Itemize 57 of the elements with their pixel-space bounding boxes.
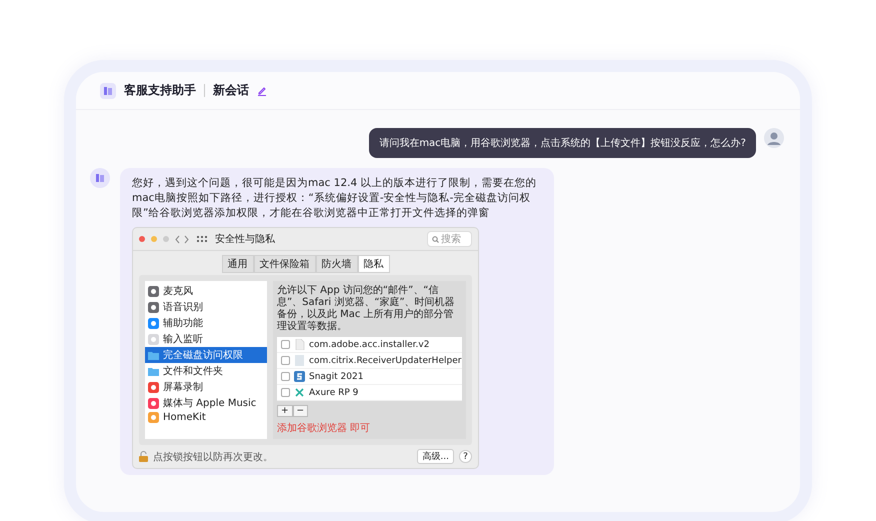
tab[interactable]: 防火墙: [316, 255, 358, 273]
document-icon: [294, 355, 305, 366]
sidebar-item[interactable]: 辅助功能: [145, 315, 267, 331]
session-title: 新会话: [213, 82, 249, 99]
add-button[interactable]: +: [277, 405, 293, 417]
search-icon: [432, 236, 439, 242]
edit-icon[interactable]: [257, 86, 267, 96]
tab[interactable]: 通用: [222, 255, 254, 273]
back-forward-icon: [175, 234, 189, 244]
zoom-dot-icon: [163, 236, 169, 242]
tab[interactable]: 隐私: [358, 255, 390, 273]
sidebar-item[interactable]: 输入监听: [145, 331, 267, 347]
lock-hint: 点按锁按钮以防再次更改。: [153, 450, 274, 464]
user-message: 请问我在mac电脑，用谷歌浏览器，点击系统的【上传文件】按钮没反应，怎么办?: [369, 128, 756, 158]
app-icon: [148, 382, 159, 392]
sidebar-item[interactable]: 麦克风: [145, 283, 267, 299]
checkbox[interactable]: [281, 356, 290, 365]
checkbox[interactable]: [281, 388, 290, 397]
sidebar-item[interactable]: 屏幕录制: [145, 379, 267, 395]
app-icon: [148, 302, 159, 312]
close-dot-icon: [139, 236, 145, 242]
app-name-text: com.citrix.ReceiverUpdaterHelper: [309, 356, 462, 366]
app-icon: [148, 286, 159, 296]
tab[interactable]: 文件保险箱: [254, 255, 316, 273]
sidebar-item[interactable]: 文件和文件夹: [145, 363, 267, 379]
lock-icon[interactable]: [139, 451, 148, 462]
sidebar-item[interactable]: 媒体与 Apple Music: [145, 395, 267, 411]
message-text: 您好，遇到这个问题，很可能是因为mac 12.4 以上的版本进行了限制，需要在您的mac电脑按照如下路径，进行授权：“系统偏好设置-安全性与隐私-完全磁盘访问权限”给谷歌浏览器添加权限，才能在谷歌浏览器中正常打开文件选择的弹窗: [132, 176, 538, 221]
annotation-text: 添加谷歌浏览器 即可: [277, 422, 372, 435]
help-button[interactable]: ?: [459, 450, 472, 463]
app-icon: [294, 387, 305, 398]
book-icon: [100, 82, 116, 98]
folder-icon: [148, 366, 159, 376]
app-icon: [148, 318, 159, 328]
app-icon: [148, 412, 159, 423]
checkbox[interactable]: [281, 340, 290, 349]
grid-icon: [195, 234, 209, 244]
book-icon: [90, 168, 110, 188]
description-text: 允许以下 App 访问您的“邮件”、“信息”、Safari 浏览器、“家庭”、时间机器备份，以及此 Mac 上所有用户的部分管理设置等数据。: [277, 285, 456, 333]
app-icon: [148, 398, 159, 408]
app-icon: [148, 334, 159, 344]
app-name-text: com.adobe.acc.installer.v2: [309, 340, 430, 350]
file-icon: [294, 339, 305, 350]
app-icon: [294, 371, 305, 382]
app-name-text: Snagit 2021: [309, 372, 364, 382]
minimize-dot-icon: [151, 236, 157, 242]
sidebar-item[interactable]: HomeKit: [145, 411, 267, 424]
advanced-button[interactable]: 高级...: [417, 449, 454, 464]
sidebar-item[interactable]: 语音识别: [145, 299, 267, 315]
app-name: 客服支持助手: [124, 82, 196, 99]
app-name-text: Axure RP 9: [309, 388, 358, 398]
sidebar-item[interactable]: 完全磁盘访问权限: [145, 347, 267, 363]
folder-icon: [148, 350, 159, 360]
window-title: 安全性与隐私: [215, 232, 276, 246]
user-avatar-icon: [764, 128, 784, 148]
checkbox[interactable]: [281, 372, 290, 381]
remove-button[interactable]: −: [292, 405, 308, 417]
